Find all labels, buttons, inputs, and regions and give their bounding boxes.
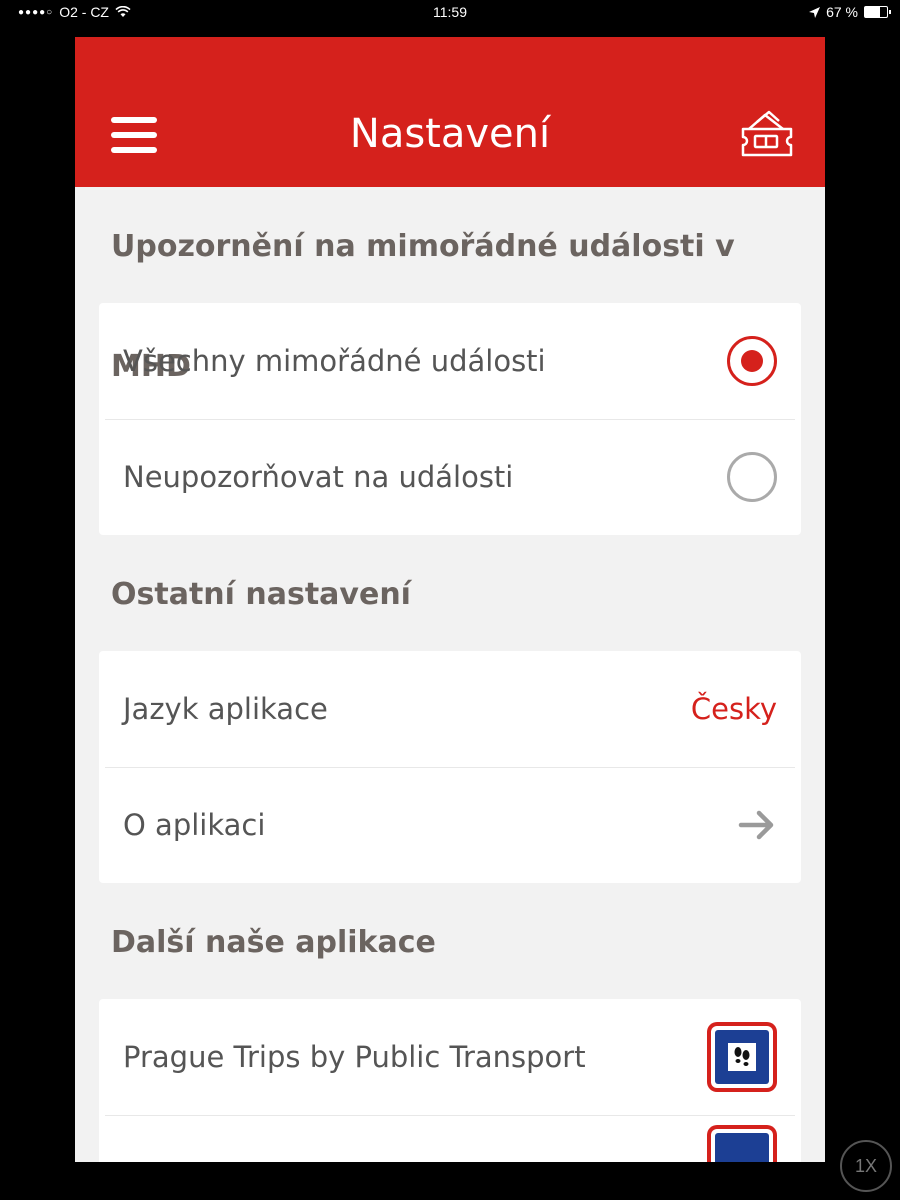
location-arrow-icon (809, 6, 821, 18)
section-title-other-apps: Další naše aplikace (111, 925, 436, 960)
app-language-value[interactable]: Česky (691, 692, 777, 726)
footprints-icon (728, 1043, 756, 1071)
app-bar: Nastavení (75, 37, 825, 187)
section-title-other-settings: Ostatní nastavení (111, 577, 411, 612)
other-apps-card: Prague Trips by Public Transport (99, 999, 801, 1162)
option-label: Neupozorňovat na události (123, 460, 514, 494)
page-title: Nastavení (349, 111, 551, 157)
settings-screen: Nastavení Upozornění na mimořádné událos… (75, 37, 825, 1162)
prague-trips-app-icon[interactable] (707, 1022, 777, 1092)
battery-percent: 67 % (826, 4, 858, 20)
ticket-icon[interactable] (739, 107, 795, 163)
arrow-right-icon[interactable] (737, 805, 777, 845)
battery-icon (864, 6, 891, 18)
list-item[interactable] (99, 1115, 801, 1162)
radio-all-events[interactable] (727, 336, 777, 386)
app-language-label: Jazyk aplikace (123, 692, 328, 726)
app-icon[interactable] (707, 1125, 777, 1162)
radio-no-events[interactable] (727, 452, 777, 502)
battery-level (865, 7, 880, 17)
about-app-label: O aplikaci (123, 808, 266, 842)
section-title-notifications: Upozornění na mimořádné události v MHD (111, 229, 735, 384)
notifications-card: Všechny mimořádné události Neupozorňovat… (99, 303, 801, 535)
prague-trips-app-row[interactable]: Prague Trips by Public Transport (99, 999, 801, 1115)
option-label: Všechny mimořádné události (123, 344, 546, 378)
option-all-events[interactable]: Všechny mimořádné události (99, 303, 801, 419)
app-language-row[interactable]: Jazyk aplikace Česky (99, 651, 801, 767)
other-settings-card: Jazyk aplikace Česky O aplikaci (99, 651, 801, 883)
status-time: 11:59 (433, 4, 467, 20)
about-app-row[interactable]: O aplikaci (99, 767, 801, 883)
status-bar: ●●●●○ O2 - CZ 11:59 67 % (0, 0, 900, 26)
option-no-events[interactable]: Neupozorňovat na události (99, 419, 801, 535)
zoom-indicator[interactable]: 1X (840, 1140, 892, 1192)
prague-trips-label: Prague Trips by Public Transport (123, 1040, 586, 1074)
